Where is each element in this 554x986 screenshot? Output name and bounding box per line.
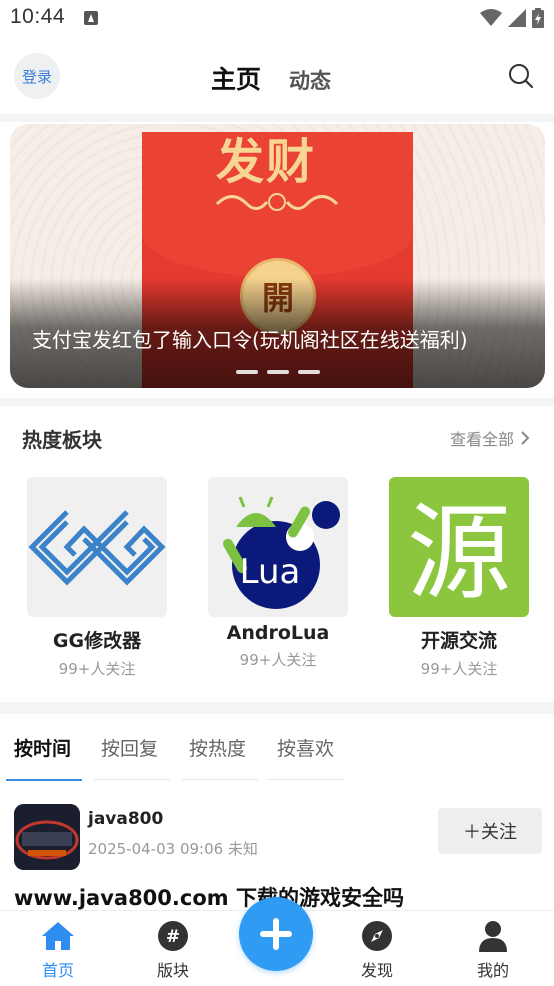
plus-icon: [260, 918, 292, 950]
compass-icon: [360, 919, 394, 953]
tab-separator: [268, 779, 344, 780]
active-tab-indicator: [6, 779, 82, 781]
user-icon: [476, 919, 510, 953]
search-icon[interactable]: [508, 63, 534, 89]
status-icons: [480, 8, 544, 28]
view-all-label: 查看全部: [449, 430, 514, 449]
nav-home[interactable]: 首页: [23, 919, 93, 981]
home-icon: [41, 919, 75, 953]
board-card-gg[interactable]: GG修改器 99+人关注: [27, 477, 167, 679]
wifi-icon: [480, 9, 502, 26]
follow-button[interactable]: ＋关注: [438, 808, 542, 854]
carousel-dot: [267, 370, 289, 374]
sort-tab-hot[interactable]: 按热度: [189, 734, 246, 761]
banner-image-text: 发财: [216, 134, 317, 190]
divider: [0, 114, 554, 122]
nav-label: 我的: [476, 961, 509, 980]
view-all-link[interactable]: 查看全部: [450, 426, 530, 450]
svg-text:Lua: Lua: [240, 552, 301, 592]
sort-tab-like[interactable]: 按喜欢: [277, 734, 334, 761]
notification-icon: [84, 11, 98, 25]
banner-caption[interactable]: 支付宝发红包了输入口令(玩机阁社区在线送福利): [32, 324, 468, 353]
sort-tab-time[interactable]: 按时间: [14, 734, 71, 761]
tab-separator: [182, 779, 258, 780]
banner-carousel[interactable]: 发财 開 支付宝发红包了输入口令(玩机阁社区在线送福利): [10, 124, 545, 388]
chevron-right-icon: [521, 431, 530, 445]
signal-icon: [508, 9, 526, 27]
status-time: 10:44: [10, 5, 66, 28]
post-title[interactable]: www.java800.com 下载的游戏安全吗: [14, 882, 404, 912]
board-card-androlua[interactable]: Lua AndroLua 99+人关注: [208, 477, 348, 670]
cloud-ornament-icon: [215, 193, 339, 211]
carousel-dot: [298, 370, 320, 374]
board-card-open-source[interactable]: 源 开源交流 99+人关注: [389, 477, 529, 679]
carousel-dot: [236, 370, 258, 374]
svg-text:#: #: [166, 927, 180, 947]
create-post-button[interactable]: [239, 897, 313, 971]
sort-tab-reply[interactable]: 按回复: [101, 734, 158, 761]
androlua-logo-icon: Lua: [208, 477, 348, 617]
nav-discover[interactable]: 发现: [342, 919, 412, 981]
nav-label: 发现: [360, 961, 393, 980]
tab-dynamic[interactable]: 动态: [289, 65, 331, 95]
nav-label: 版块: [156, 961, 189, 980]
nav-profile[interactable]: 我的: [458, 919, 528, 981]
avatar[interactable]: [14, 804, 80, 870]
board-name: AndroLua: [226, 622, 330, 644]
open-source-logo-icon: 源: [389, 477, 529, 617]
hot-boards-title: 热度板块: [22, 428, 102, 452]
gg-logo-icon: [27, 477, 167, 617]
board-followers: 99+人关注: [58, 660, 136, 678]
svg-text:源: 源: [407, 492, 511, 614]
header: 登录 主页 动态: [0, 38, 554, 114]
board-followers: 99+人关注: [239, 651, 317, 669]
divider: [0, 398, 554, 406]
carousel-indicator: [236, 370, 320, 374]
status-bar: 10:44: [0, 0, 554, 38]
sort-tabs: 按时间 按回复 按热度 按喜欢: [0, 720, 554, 780]
post-meta: 2025-04-03 09:06 未知: [88, 840, 258, 858]
hashtag-icon: #: [156, 919, 190, 953]
tab-home[interactable]: 主页: [211, 60, 261, 96]
tab-separator: [94, 779, 170, 780]
board-name: 开源交流: [420, 630, 497, 652]
envelope-flap: 发财: [142, 132, 413, 277]
nav-boards[interactable]: # 版块: [138, 919, 208, 981]
battery-icon: [532, 8, 544, 28]
post-author[interactable]: java800: [88, 809, 163, 829]
divider: [0, 702, 554, 714]
board-name: GG修改器: [52, 630, 142, 652]
board-followers: 99+人关注: [420, 660, 498, 678]
login-button[interactable]: 登录: [14, 53, 60, 99]
nav-label: 首页: [41, 961, 74, 980]
